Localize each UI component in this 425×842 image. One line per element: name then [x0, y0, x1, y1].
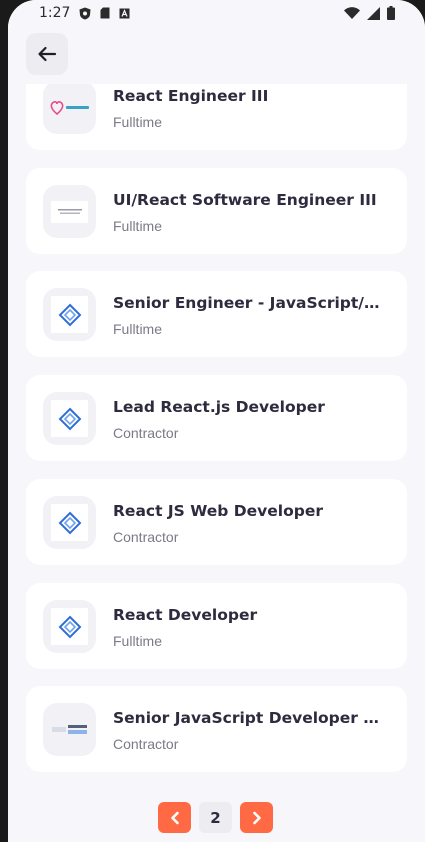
job-type: Contractor [113, 425, 179, 441]
sim-card-icon [100, 7, 110, 19]
heart-logo-icon [50, 100, 89, 115]
job-title: Lead React.js Developer [113, 398, 325, 416]
company-logo [43, 185, 96, 238]
job-card[interactable]: Lead React.js Developer Contractor [26, 375, 407, 461]
job-title: Senior JavaScript Developer -... [113, 709, 383, 727]
arrow-left-icon [38, 46, 57, 62]
job-type: Fulltime [113, 218, 163, 234]
job-type: Fulltime [113, 114, 163, 130]
diamond-logo-icon [58, 615, 81, 638]
pagination: 2 [158, 802, 273, 833]
current-page-number: 2 [199, 802, 232, 833]
chevron-right-icon [252, 811, 261, 824]
job-title: UI/React Software Engineer III [113, 191, 377, 209]
job-title: Senior Engineer - JavaScript/R... [113, 294, 383, 312]
job-type: Contractor [113, 529, 179, 545]
diamond-logo-icon [58, 407, 81, 430]
job-title: React Engineer III [113, 87, 269, 105]
status-bar: 1:27 [8, 0, 425, 26]
job-card[interactable]: React Developer Fulltime [26, 583, 407, 669]
job-card[interactable]: UI/React Software Engineer III Fulltime [26, 168, 407, 254]
job-type: Fulltime [113, 321, 163, 337]
font-a-icon [119, 8, 130, 18]
chevron-left-icon [170, 811, 179, 824]
wifi-icon [344, 7, 360, 19]
job-title: React Developer [113, 606, 258, 624]
signal-icon [367, 6, 380, 20]
next-page-button[interactable] [240, 802, 273, 833]
shield-notification-icon [79, 7, 91, 19]
company-logo [43, 496, 96, 549]
job-card[interactable]: React JS Web Developer Contractor [26, 479, 407, 565]
company-logo [43, 81, 96, 134]
text-logo-icon [57, 208, 82, 214]
company-logo [43, 392, 96, 445]
job-card[interactable]: Senior JavaScript Developer -... Contrac… [26, 686, 407, 772]
diamond-logo-icon [58, 303, 81, 326]
job-title: React JS Web Developer [113, 502, 323, 520]
job-card[interactable]: Senior Engineer - JavaScript/R... Fullti… [26, 271, 407, 357]
clock: 1:27 [39, 5, 71, 21]
banner-logo-icon [51, 724, 87, 734]
job-type: Fulltime [113, 633, 163, 649]
job-type: Contractor [113, 736, 179, 752]
previous-page-button[interactable] [158, 802, 191, 833]
back-button[interactable] [26, 33, 68, 75]
app-screen: React Engineer III Fulltime UI/React Sof… [8, 0, 425, 842]
company-logo [43, 600, 96, 653]
company-logo [43, 703, 96, 756]
battery-icon [387, 6, 395, 20]
diamond-logo-icon [58, 511, 81, 534]
header-bar [8, 26, 425, 84]
company-logo [43, 288, 96, 341]
